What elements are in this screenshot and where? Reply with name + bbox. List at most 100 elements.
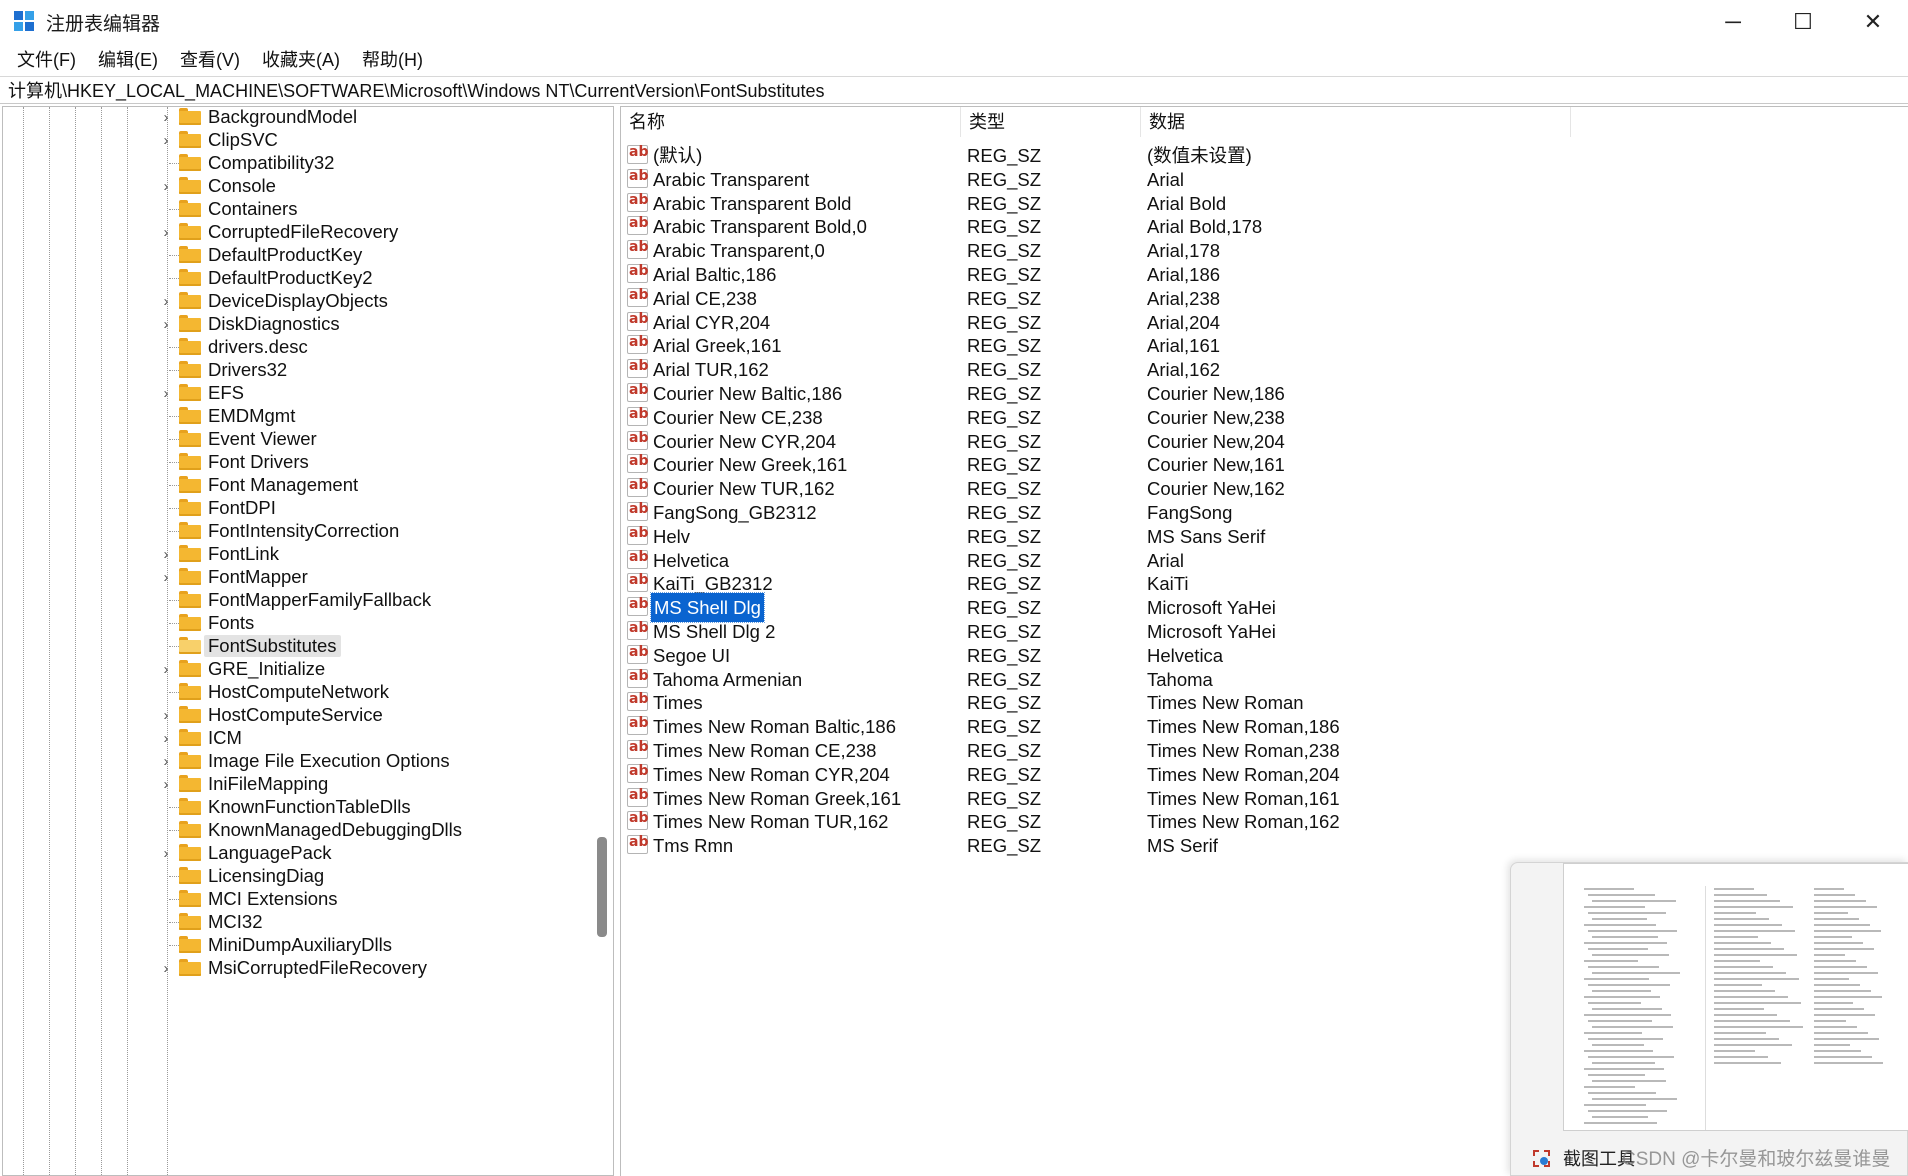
string-value-icon: [627, 644, 648, 664]
thumbnail-line: [1814, 924, 1870, 926]
folder-icon: [179, 775, 201, 792]
column-header-data[interactable]: 数据: [1141, 107, 1571, 137]
minimize-button[interactable]: ─: [1698, 0, 1768, 44]
string-value-icon: [627, 358, 648, 379]
tree-item-label: HostComputeNetwork: [208, 681, 389, 702]
thumbnail-line: [1714, 936, 1758, 938]
folder-icon: [179, 660, 201, 677]
tree-item-label: FontSubstitutes: [204, 635, 341, 657]
menu-bar: 文件(F) 编辑(E) 查看(V) 收藏夹(A) 帮助(H): [0, 44, 1908, 74]
tree-item-label: HostComputeService: [208, 704, 383, 725]
thumbnail-line: [1814, 972, 1878, 974]
thumbnail-line: [1584, 978, 1649, 980]
folder-icon: [179, 614, 201, 631]
tree-item-label: FontMapper: [208, 566, 308, 587]
thumbnail-line: [1592, 990, 1651, 992]
folder-icon: [179, 361, 201, 378]
string-value-icon: [627, 596, 648, 617]
thumbnail-line: [1714, 1056, 1768, 1058]
thumbnail-line: [1814, 1044, 1850, 1046]
string-value-icon: [627, 525, 648, 545]
string-value-icon: [627, 715, 648, 736]
string-value-icon: [627, 430, 648, 450]
folder-icon: [179, 683, 201, 700]
thumbnail-line: [1814, 978, 1849, 980]
folder-icon: [179, 752, 201, 769]
folder-icon: [179, 108, 201, 125]
snipping-tool-notification[interactable]: 截图工具: [1510, 862, 1908, 1176]
thumbnail-line: [1714, 1038, 1779, 1040]
thumbnail-line: [1814, 996, 1882, 998]
menu-item-2[interactable]: 查看(V): [169, 46, 251, 72]
tree-item-label: LicensingDiag: [208, 865, 325, 886]
folder-icon: [179, 844, 201, 861]
tree-item-label: ClipSVC: [208, 129, 278, 150]
thumbnail-line: [1714, 966, 1773, 968]
thumbnail-line: [1584, 888, 1634, 890]
column-header-type[interactable]: 类型: [961, 107, 1141, 137]
thumbnail-line: [1588, 912, 1666, 914]
maximize-button[interactable]: ☐: [1768, 0, 1838, 44]
thumbnail-line: [1588, 1110, 1667, 1112]
folder-icon: [179, 913, 201, 930]
thumbnail-line: [1814, 900, 1866, 902]
menu-item-0[interactable]: 文件(F): [6, 46, 87, 72]
thumbnail-line: [1584, 942, 1667, 944]
tree-item-label: MsiCorruptedFileRecovery: [208, 957, 427, 978]
tree-item-label: IniFileMapping: [208, 773, 329, 794]
tree-item-label: Image File Execution Options: [208, 750, 450, 771]
tree-item-label: FontLink: [208, 543, 279, 564]
tree-item-label: EMDMgmt: [208, 405, 296, 426]
tree-item-label: LanguagePack: [208, 842, 332, 863]
snipping-tool-icon: [1531, 1148, 1551, 1168]
tree-item-label: FontDPI: [208, 497, 276, 518]
thumbnail-line: [1814, 1062, 1883, 1064]
thumbnail-line: [1814, 1050, 1861, 1052]
thumbnail-line: [1592, 918, 1647, 920]
thumbnail-line: [1592, 1062, 1655, 1064]
thumbnail-line: [1588, 1002, 1641, 1004]
address-bar[interactable]: 计算机\HKEY_LOCAL_MACHINE\SOFTWARE\Microsof…: [0, 76, 1908, 104]
string-value-icon: [627, 572, 648, 593]
string-value-icon: [627, 501, 648, 521]
menu-item-3[interactable]: 收藏夹(A): [251, 46, 351, 72]
folder-icon: [179, 292, 201, 309]
column-header-name[interactable]: 名称: [621, 107, 961, 137]
folder-icon: [179, 269, 201, 286]
tree-scrollbar-thumb[interactable]: [597, 837, 607, 937]
thumbnail-line: [1714, 954, 1797, 956]
string-value-icon: [627, 477, 648, 498]
thumbnail-line: [1714, 978, 1799, 980]
thumbnail-line: [1714, 990, 1775, 992]
thumbnail-line: [1592, 1080, 1666, 1082]
folder-icon: [179, 453, 201, 470]
tree-item-label: KnownFunctionTableDlls: [208, 796, 411, 817]
thumbnail-line: [1814, 960, 1856, 962]
thumbnail-line: [1592, 1026, 1673, 1028]
close-button[interactable]: ✕: [1838, 0, 1908, 44]
thumbnail-line: [1588, 1056, 1674, 1058]
thumbnail-line: [1588, 1092, 1656, 1094]
thumbnail-line: [1588, 894, 1655, 896]
thumbnail-line: [1814, 1008, 1864, 1010]
thumbnail-line: [1584, 1122, 1657, 1124]
thumbnail-line: [1714, 1008, 1764, 1010]
tree-scrollbar[interactable]: [593, 107, 613, 1175]
chevron-right-icon[interactable]: ›: [159, 954, 173, 982]
value-row[interactable]: Tms Rmn REG_SZ MS Serif: [621, 831, 1821, 860]
menu-item-1[interactable]: 编辑(E): [87, 46, 169, 72]
thumbnail-line: [1588, 1038, 1663, 1040]
thumbnail-line: [1814, 966, 1867, 968]
tree-item[interactable]: › MsiCorruptedFileRecovery: [3, 954, 583, 982]
thumbnail-line: [1814, 888, 1844, 890]
menu-item-4[interactable]: 帮助(H): [351, 46, 434, 72]
screenshot-thumbnail[interactable]: [1563, 863, 1908, 1131]
folder-icon: [179, 959, 201, 976]
watermark-text: CSDN @卡尔曼和玻尔兹曼谁曼: [1622, 1149, 1891, 1170]
tree-item-label: Fonts: [208, 612, 255, 633]
string-value-icon: [627, 311, 648, 331]
folder-icon: [179, 131, 201, 148]
folder-icon: [179, 154, 201, 171]
string-value-icon: [627, 549, 648, 569]
folder-icon: [179, 407, 201, 424]
